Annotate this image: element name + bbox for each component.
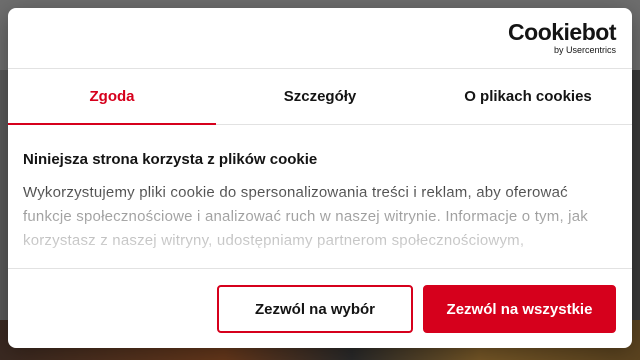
allow-selection-button[interactable]: Zezwól na wybór: [217, 285, 413, 333]
dialog-footer: Zezwól na wybór Zezwól na wszystkie: [8, 268, 632, 348]
consent-description: Wykorzystujemy pliki cookie do spersonal…: [23, 184, 588, 249]
cookie-consent-dialog: Cookiebot by Usercentrics Zgoda Szczegół…: [8, 8, 632, 348]
tab-bar: Zgoda Szczegóły O plikach cookies: [8, 69, 632, 125]
consent-heading: Niniejsza strona korzysta z plików cooki…: [23, 151, 318, 168]
logo-text: Cookiebot: [508, 19, 616, 45]
tab-details[interactable]: Szczegóły: [216, 69, 424, 124]
tab-about-cookies[interactable]: O plikach cookies: [424, 69, 632, 124]
tab-consent[interactable]: Zgoda: [8, 69, 216, 125]
dialog-header: Cookiebot by Usercentrics: [8, 8, 632, 69]
consent-content[interactable]: Niniejsza strona korzysta z plików cooki…: [8, 125, 632, 266]
cookiebot-logo: Cookiebot by Usercentrics: [508, 20, 616, 56]
allow-all-button[interactable]: Zezwól na wszystkie: [423, 285, 616, 333]
logo-subtext: by Usercentrics: [553, 45, 616, 55]
